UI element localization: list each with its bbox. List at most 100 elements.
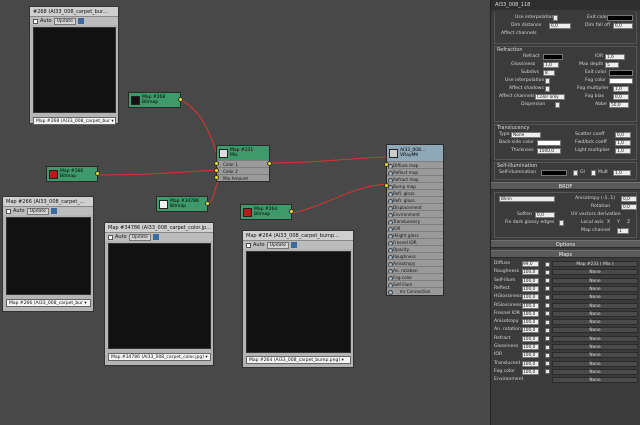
vray-slot[interactable]: Diffuse map [387, 161, 443, 169]
dim-distance-field[interactable]: 0,0 [549, 23, 571, 29]
vray-slot[interactable]: Refr. gloss. [387, 196, 443, 204]
vray-slot[interactable]: Environment [387, 210, 443, 218]
map-enable-checkbox[interactable] [545, 319, 550, 325]
map-enable-checkbox[interactable] [545, 261, 550, 267]
map-slot-button[interactable]: None [552, 269, 638, 276]
vray-slot[interactable]: Fresnel IOR [387, 238, 443, 246]
options-icon[interactable] [152, 234, 159, 240]
map-slot-button[interactable]: None [552, 277, 638, 284]
update-button[interactable]: Update [26, 207, 49, 215]
map-amount-field[interactable]: 100,0 [522, 310, 539, 317]
map-amount-field[interactable]: 100,0 [522, 368, 539, 375]
auto-checkbox[interactable] [246, 242, 251, 248]
map-amount-field[interactable]: 100,0 [522, 277, 539, 284]
map-amount-field[interactable]: 99,0 [522, 261, 539, 267]
vray-slot[interactable]: Reflect map [387, 168, 443, 176]
scatter-coeff-field[interactable]: 0,0 [615, 132, 631, 138]
axis-z-radio[interactable]: Z [627, 219, 630, 227]
output-socket[interactable] [95, 171, 100, 176]
vray-slot[interactable]: IOR [387, 224, 443, 232]
update-button[interactable]: Update [53, 17, 76, 25]
use-interpolation-checkbox[interactable] [553, 15, 558, 21]
input-socket[interactable] [214, 175, 219, 180]
vray-slot[interactable]: Translucency [387, 217, 443, 225]
auto-checkbox[interactable] [6, 208, 11, 214]
map-enable-checkbox[interactable] [545, 344, 550, 350]
map-select[interactable]: Map #266 (AI33_008_carpet_bur ▾ [6, 299, 91, 307]
glossiness-field[interactable]: 1,0 [543, 62, 559, 68]
map-channel-field[interactable]: 1 [617, 228, 629, 234]
vray-slot[interactable]: Anisotropy [387, 259, 443, 267]
map-enable-checkbox[interactable] [545, 278, 550, 284]
update-button[interactable]: Update [128, 233, 151, 241]
map-slot-button[interactable]: None [552, 302, 638, 309]
vray-slot[interactable]: Displacement [387, 203, 443, 211]
map-slot-button[interactable]: None [552, 377, 638, 384]
map-enable-checkbox[interactable] [545, 369, 550, 375]
map-amount-field[interactable]: 100,0 [522, 327, 539, 334]
vray-slot[interactable]: Self-illum [387, 280, 443, 288]
vray-slot[interactable]: Refract map [387, 175, 443, 183]
node-editor-canvas[interactable]: #268 (AI33_008_carpet_bur... Auto Update… [0, 0, 490, 425]
brdf-type-select[interactable]: Blinn [499, 196, 555, 202]
map-slot-button[interactable]: None [552, 352, 638, 359]
output-socket[interactable] [205, 201, 210, 206]
map-enable-checkbox[interactable] [545, 361, 550, 367]
map-slot-button[interactable]: None [552, 344, 638, 350]
map-amount-field[interactable]: 100,0 [522, 319, 539, 326]
thickness-field[interactable]: 1000,0 [537, 148, 561, 154]
map-enable-checkbox[interactable] [545, 294, 550, 300]
dim-fall-off-field[interactable]: 0,0 [613, 23, 633, 29]
refract-swatch[interactable] [543, 54, 563, 60]
affect-shadows-checkbox[interactable] [545, 86, 550, 92]
map-select[interactable]: Map #268 (AI33_008_carpet_bur ▾ [33, 117, 116, 125]
fix-dark-glossy-checkbox[interactable] [559, 220, 564, 226]
map-enable-checkbox[interactable] [545, 286, 550, 292]
map-preview-window-266[interactable]: Map #266 (AI33_008_carpet_... Auto Updat… [2, 196, 94, 312]
axis-x-radio[interactable]: X [607, 219, 610, 227]
anisotropy-field[interactable]: 0,0 [621, 196, 637, 202]
map-slot-button[interactable]: None [552, 335, 638, 342]
map-preview-window-34786[interactable]: Map #34786 (AI33_008_carpet_color.jp... … [104, 222, 214, 366]
fwd-bck-coeff-field[interactable]: 1,0 [615, 140, 631, 146]
map-enable-checkbox[interactable] [545, 336, 550, 342]
maps-rollout-header[interactable]: Maps [491, 250, 640, 258]
map-select[interactable]: Map #264 (AI33_008_carpet_bump.png) ▾ [246, 356, 351, 364]
options-icon[interactable] [290, 242, 297, 248]
vray-slot[interactable]: Opacity [387, 245, 443, 253]
map-slot-button[interactable]: None [552, 368, 638, 375]
fog-color-swatch[interactable] [609, 78, 633, 84]
map-enable-checkbox[interactable] [545, 269, 550, 275]
options-icon[interactable] [77, 18, 84, 24]
node-bitmap-266[interactable]: Map #266 Bitmap [46, 166, 100, 182]
max-depth-field[interactable]: 5 [605, 62, 619, 68]
node-bitmap-268[interactable]: Map #268 Bitmap [128, 92, 183, 108]
node-vraymtl[interactable]: AI33_008... VRayMtl Diffuse map Reflect ma… [384, 144, 444, 296]
map-enable-checkbox[interactable] [545, 311, 550, 317]
map-slot-button[interactable]: None [552, 294, 638, 301]
node-bitmap-264[interactable]: Map #264 Bitmap [240, 204, 294, 220]
map-amount-field[interactable]: 100,0 [522, 285, 539, 292]
map-enable-checkbox[interactable] [545, 303, 550, 308]
map-enable-checkbox[interactable] [545, 352, 550, 358]
map-amount-field[interactable]: 100,0 [522, 360, 539, 367]
vray-slot[interactable]: Refl. gloss. [387, 189, 443, 197]
fog-bias-field[interactable]: 0,0 [613, 94, 629, 100]
node-mix-231[interactable]: Map #231 Mix Color 1 Color 2 Mix Amount [214, 145, 272, 182]
node-bitmap-34786[interactable]: Map #34786 Bitmap [156, 196, 210, 212]
mult-checkbox[interactable] [591, 170, 596, 176]
mr-connection[interactable]: mr Connection [387, 287, 443, 295]
ior-field[interactable]: 1,6 [605, 54, 625, 60]
options-rollout-header[interactable]: Options [491, 240, 640, 248]
brdf-rollout-header[interactable]: BRDF [491, 182, 640, 190]
vray-slot[interactable]: An. rotation [387, 266, 443, 274]
exit-color-swatch[interactable] [609, 70, 633, 76]
axis-y-radio[interactable]: Y [617, 219, 620, 227]
fog-multiplier-field[interactable]: 1,0 [613, 86, 629, 92]
exit-color-swatch[interactable] [607, 15, 633, 21]
map-amount-field[interactable]: 100,0 [522, 344, 539, 350]
map-slot-button[interactable]: None [552, 310, 638, 317]
mult-field[interactable]: 1,0 [613, 170, 631, 176]
light-multiplier-field[interactable]: 1,0 [615, 148, 631, 154]
gi-checkbox[interactable] [573, 170, 578, 176]
